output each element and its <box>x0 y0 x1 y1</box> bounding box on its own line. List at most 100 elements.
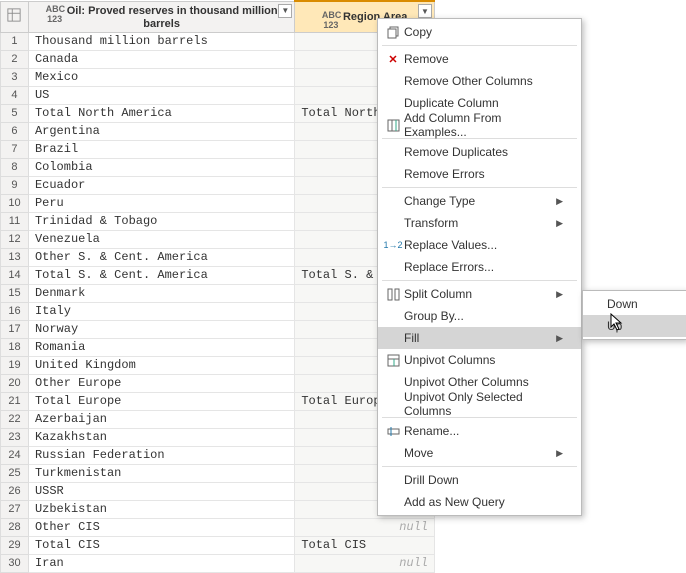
table-row[interactable]: 10Peru <box>1 194 435 212</box>
table-row[interactable]: 23Kazakhstan <box>1 428 435 446</box>
menu-add-as-new-query[interactable]: Add as New Query <box>378 491 581 513</box>
menu-fill[interactable]: Fill▶ <box>378 327 581 349</box>
cell-col-a[interactable]: Peru <box>28 194 294 212</box>
table-row[interactable]: 2Canada <box>1 50 435 68</box>
menu-remove[interactable]: ✕ Remove <box>378 48 581 70</box>
row-number[interactable]: 4 <box>1 86 29 104</box>
table-row[interactable]: 27Uzbekistannull <box>1 500 435 518</box>
row-number[interactable]: 9 <box>1 176 29 194</box>
cell-col-a[interactable]: US <box>28 86 294 104</box>
table-row[interactable]: 30Irannull <box>1 554 435 572</box>
table-row[interactable]: 28Other CISnull <box>1 518 435 536</box>
cell-col-a[interactable]: Norway <box>28 320 294 338</box>
table-row[interactable]: 19United Kingdom <box>1 356 435 374</box>
table-row[interactable]: 29Total CISTotal CIS <box>1 536 435 554</box>
cell-col-a[interactable]: Russian Federation <box>28 446 294 464</box>
row-number[interactable]: 22 <box>1 410 29 428</box>
table-row[interactable]: 8Colombia <box>1 158 435 176</box>
cell-col-a[interactable]: Ecuador <box>28 176 294 194</box>
table-row[interactable]: 13Other S. & Cent. America <box>1 248 435 266</box>
table-row[interactable]: 20Other Europe <box>1 374 435 392</box>
cell-col-a[interactable]: Trinidad & Tobago <box>28 212 294 230</box>
row-number[interactable]: 26 <box>1 482 29 500</box>
table-row[interactable]: 1Thousand million barrels <box>1 32 435 50</box>
row-number[interactable]: 17 <box>1 320 29 338</box>
table-row[interactable]: 21Total EuropeTotal Europe <box>1 392 435 410</box>
menu-remove-duplicates[interactable]: Remove Duplicates <box>378 141 581 163</box>
table-row[interactable]: 18Romania <box>1 338 435 356</box>
cell-col-a[interactable]: Argentina <box>28 122 294 140</box>
table-row[interactable]: 17Norway <box>1 320 435 338</box>
cell-col-b[interactable]: null <box>295 554 435 572</box>
menu-copy[interactable]: Copy <box>378 21 581 43</box>
table-row[interactable]: 6Argentina <box>1 122 435 140</box>
row-number[interactable]: 8 <box>1 158 29 176</box>
table-row[interactable]: 11Trinidad & Tobago <box>1 212 435 230</box>
row-number[interactable]: 10 <box>1 194 29 212</box>
row-number[interactable]: 2 <box>1 50 29 68</box>
table-row[interactable]: 26USSRnull <box>1 482 435 500</box>
row-number[interactable]: 30 <box>1 554 29 572</box>
cell-col-b[interactable]: Total CIS <box>295 536 435 554</box>
row-number[interactable]: 16 <box>1 302 29 320</box>
cell-col-a[interactable]: Total North America <box>28 104 294 122</box>
row-number[interactable]: 23 <box>1 428 29 446</box>
table-row[interactable]: 5Total North AmericaTotal North <box>1 104 435 122</box>
table-row[interactable]: 22Azerbaijan <box>1 410 435 428</box>
row-number[interactable]: 20 <box>1 374 29 392</box>
cell-col-a[interactable]: United Kingdom <box>28 356 294 374</box>
menu-move[interactable]: Move▶ <box>378 442 581 464</box>
row-number[interactable]: 7 <box>1 140 29 158</box>
row-number[interactable]: 19 <box>1 356 29 374</box>
cell-col-a[interactable]: Thousand million barrels <box>28 32 294 50</box>
cell-col-a[interactable]: Canada <box>28 50 294 68</box>
cell-col-a[interactable]: Other CIS <box>28 518 294 536</box>
cell-col-a[interactable]: Italy <box>28 302 294 320</box>
cell-col-a[interactable]: Mexico <box>28 68 294 86</box>
row-number[interactable]: 27 <box>1 500 29 518</box>
row-number[interactable]: 11 <box>1 212 29 230</box>
row-number[interactable]: 6 <box>1 122 29 140</box>
column-a-filter-dropdown[interactable]: ▼ <box>278 4 292 18</box>
table-row[interactable]: 4US <box>1 86 435 104</box>
row-number[interactable]: 18 <box>1 338 29 356</box>
cell-col-a[interactable]: Kazakhstan <box>28 428 294 446</box>
row-number[interactable]: 21 <box>1 392 29 410</box>
table-row[interactable]: 9Ecuador <box>1 176 435 194</box>
cell-col-a[interactable]: Uzbekistan <box>28 500 294 518</box>
menu-replace-values[interactable]: 1→2 Replace Values... <box>378 234 581 256</box>
cell-col-a[interactable]: Colombia <box>28 158 294 176</box>
row-number[interactable]: 25 <box>1 464 29 482</box>
cell-col-a[interactable]: Other Europe <box>28 374 294 392</box>
cell-col-a[interactable]: Iran <box>28 554 294 572</box>
cell-col-a[interactable]: Total CIS <box>28 536 294 554</box>
menu-add-column-from-examples[interactable]: Add Column From Examples... <box>378 114 581 136</box>
submenu-fill-up[interactable]: Up <box>583 315 686 337</box>
menu-drill-down[interactable]: Drill Down <box>378 469 581 491</box>
row-number[interactable]: 12 <box>1 230 29 248</box>
row-number[interactable]: 5 <box>1 104 29 122</box>
menu-group-by[interactable]: Group By... <box>378 305 581 327</box>
cell-col-b[interactable]: null <box>295 518 435 536</box>
menu-split-column[interactable]: Split Column▶ <box>378 283 581 305</box>
cell-col-a[interactable]: Total S. & Cent. America <box>28 266 294 284</box>
table-row[interactable]: 3Mexico <box>1 68 435 86</box>
row-number[interactable]: 1 <box>1 32 29 50</box>
table-row[interactable]: 12Venezuela <box>1 230 435 248</box>
cell-col-a[interactable]: Total Europe <box>28 392 294 410</box>
table-corner-icon[interactable] <box>1 1 29 32</box>
menu-unpivot-columns[interactable]: Unpivot Columns <box>378 349 581 371</box>
column-b-filter-dropdown[interactable]: ▼ <box>418 4 432 18</box>
menu-replace-errors[interactable]: Replace Errors... <box>378 256 581 278</box>
row-number[interactable]: 3 <box>1 68 29 86</box>
cell-col-a[interactable]: Venezuela <box>28 230 294 248</box>
menu-remove-errors[interactable]: Remove Errors <box>378 163 581 185</box>
table-row[interactable]: 15Denmark <box>1 284 435 302</box>
row-number[interactable]: 13 <box>1 248 29 266</box>
cell-col-a[interactable]: Romania <box>28 338 294 356</box>
menu-unpivot-selected-columns[interactable]: Unpivot Only Selected Columns <box>378 393 581 415</box>
submenu-fill-down[interactable]: Down <box>583 293 686 315</box>
menu-rename[interactable]: Rename... <box>378 420 581 442</box>
cell-col-a[interactable]: Brazil <box>28 140 294 158</box>
menu-remove-other-columns[interactable]: Remove Other Columns <box>378 70 581 92</box>
